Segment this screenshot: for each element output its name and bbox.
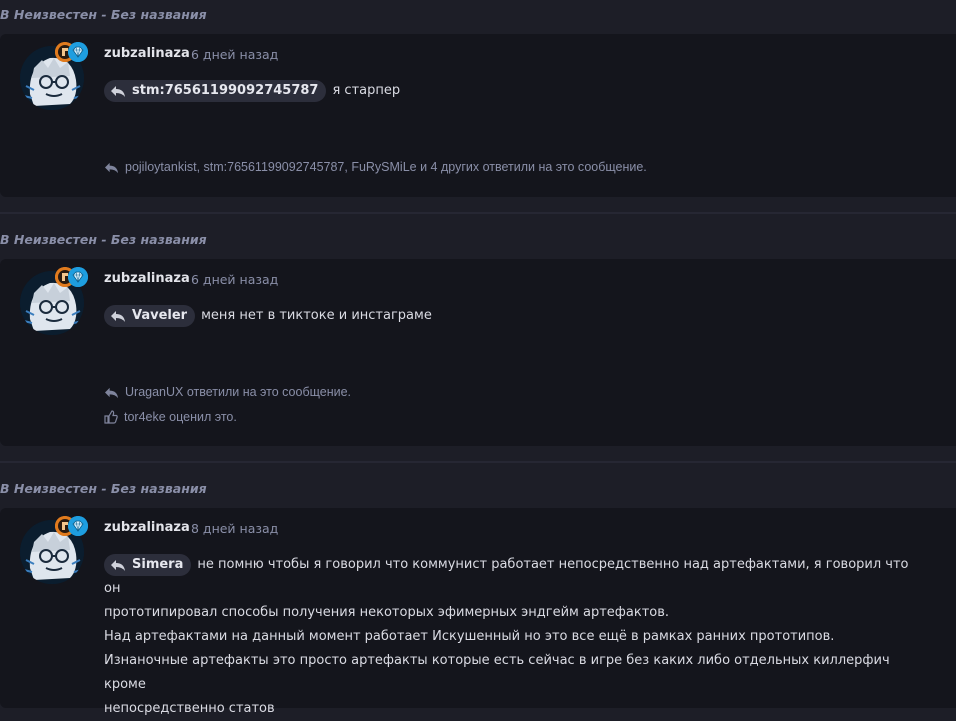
post-card: zubzalinaza 8 дней назад Simera не помню… <box>0 508 956 716</box>
location-prefix: В <box>0 481 10 496</box>
replies-text: pojiloytankist, stm:76561199092745787, F… <box>125 160 647 174</box>
post-location-header[interactable]: В Неизвестен - Без названия <box>0 477 207 501</box>
location-title[interactable]: Неизвестен - Без названия <box>14 481 207 496</box>
diamond-badge-icon[interactable] <box>68 516 88 536</box>
post-location-header[interactable]: В Неизвестен - Без названия <box>0 3 207 27</box>
quoted-user-name: Simera <box>132 556 184 572</box>
quoted-user-name: Vaveler <box>132 307 188 323</box>
message-line: непосредственно статов <box>104 701 275 716</box>
diamond-badge-icon[interactable] <box>68 42 88 62</box>
quoted-user-chip[interactable]: Vaveler <box>104 304 196 327</box>
replies-text: UraganUX ответили на это сообщение. <box>125 385 352 399</box>
reply-arrow-icon <box>111 310 125 322</box>
message-line: Simera не помню чтобы я говорил что комм… <box>104 553 916 601</box>
quoted-user-name: stm:76561199092745787 <box>132 82 319 98</box>
post-time[interactable]: 6 дней назад <box>191 272 278 287</box>
message-line: Изнаночные артефакты это просто артефакт… <box>104 653 890 692</box>
post-time[interactable]: 8 дней назад <box>191 521 278 536</box>
replies-summary[interactable]: UraganUX ответили на это сообщение. <box>104 385 351 399</box>
reply-arrow-icon <box>105 162 118 173</box>
author-name[interactable]: zubzalinaza <box>104 520 190 535</box>
author-name[interactable]: zubzalinaza <box>104 271 190 286</box>
message-text: я старпер <box>332 83 401 98</box>
replies-summary[interactable]: pojiloytankist, stm:76561199092745787, F… <box>104 160 647 174</box>
likes-summary[interactable]: tor4eke оценил это. <box>104 410 237 424</box>
likes-text: tor4eke оценил это. <box>124 410 237 424</box>
message-body: Simera не помню чтобы я говорил что комм… <box>104 553 916 721</box>
message-line: прототипировал способы получения некотор… <box>104 605 670 620</box>
quoted-user-chip[interactable]: Simera <box>104 553 192 576</box>
diamond-badge-icon[interactable] <box>68 267 88 287</box>
quoted-user-chip[interactable]: stm:76561199092745787 <box>104 79 327 102</box>
message-text: меня нет в тиктоке и инстаграме <box>201 308 432 323</box>
reply-arrow-icon <box>111 85 125 97</box>
divider <box>0 212 956 214</box>
location-title[interactable]: Неизвестен - Без названия <box>14 7 207 22</box>
post-time[interactable]: 6 дней назад <box>191 47 278 62</box>
reply-arrow-icon <box>111 559 125 571</box>
message-line: Над артефактами на данный момент работае… <box>104 629 835 644</box>
thumbs-up-icon <box>104 410 118 424</box>
message-text: не помню чтобы я говорил что коммунист р… <box>104 557 909 596</box>
post-card: zubzalinaza 6 дней назад stm:76561199092… <box>0 34 956 197</box>
location-prefix: В <box>0 232 10 247</box>
location-prefix: В <box>0 7 10 22</box>
reply-arrow-icon <box>105 387 118 398</box>
author-name[interactable]: zubzalinaza <box>104 46 190 61</box>
post-location-header[interactable]: В Неизвестен - Без названия <box>0 228 207 252</box>
message-body: stm:76561199092745787 я старпер <box>104 79 916 103</box>
post-card: zubzalinaza 6 дней назад Vaveler меня не… <box>0 259 956 446</box>
divider <box>0 461 956 463</box>
location-title[interactable]: Неизвестен - Без названия <box>14 232 207 247</box>
message-body: Vaveler меня нет в тиктоке и инстаграме <box>104 304 916 328</box>
